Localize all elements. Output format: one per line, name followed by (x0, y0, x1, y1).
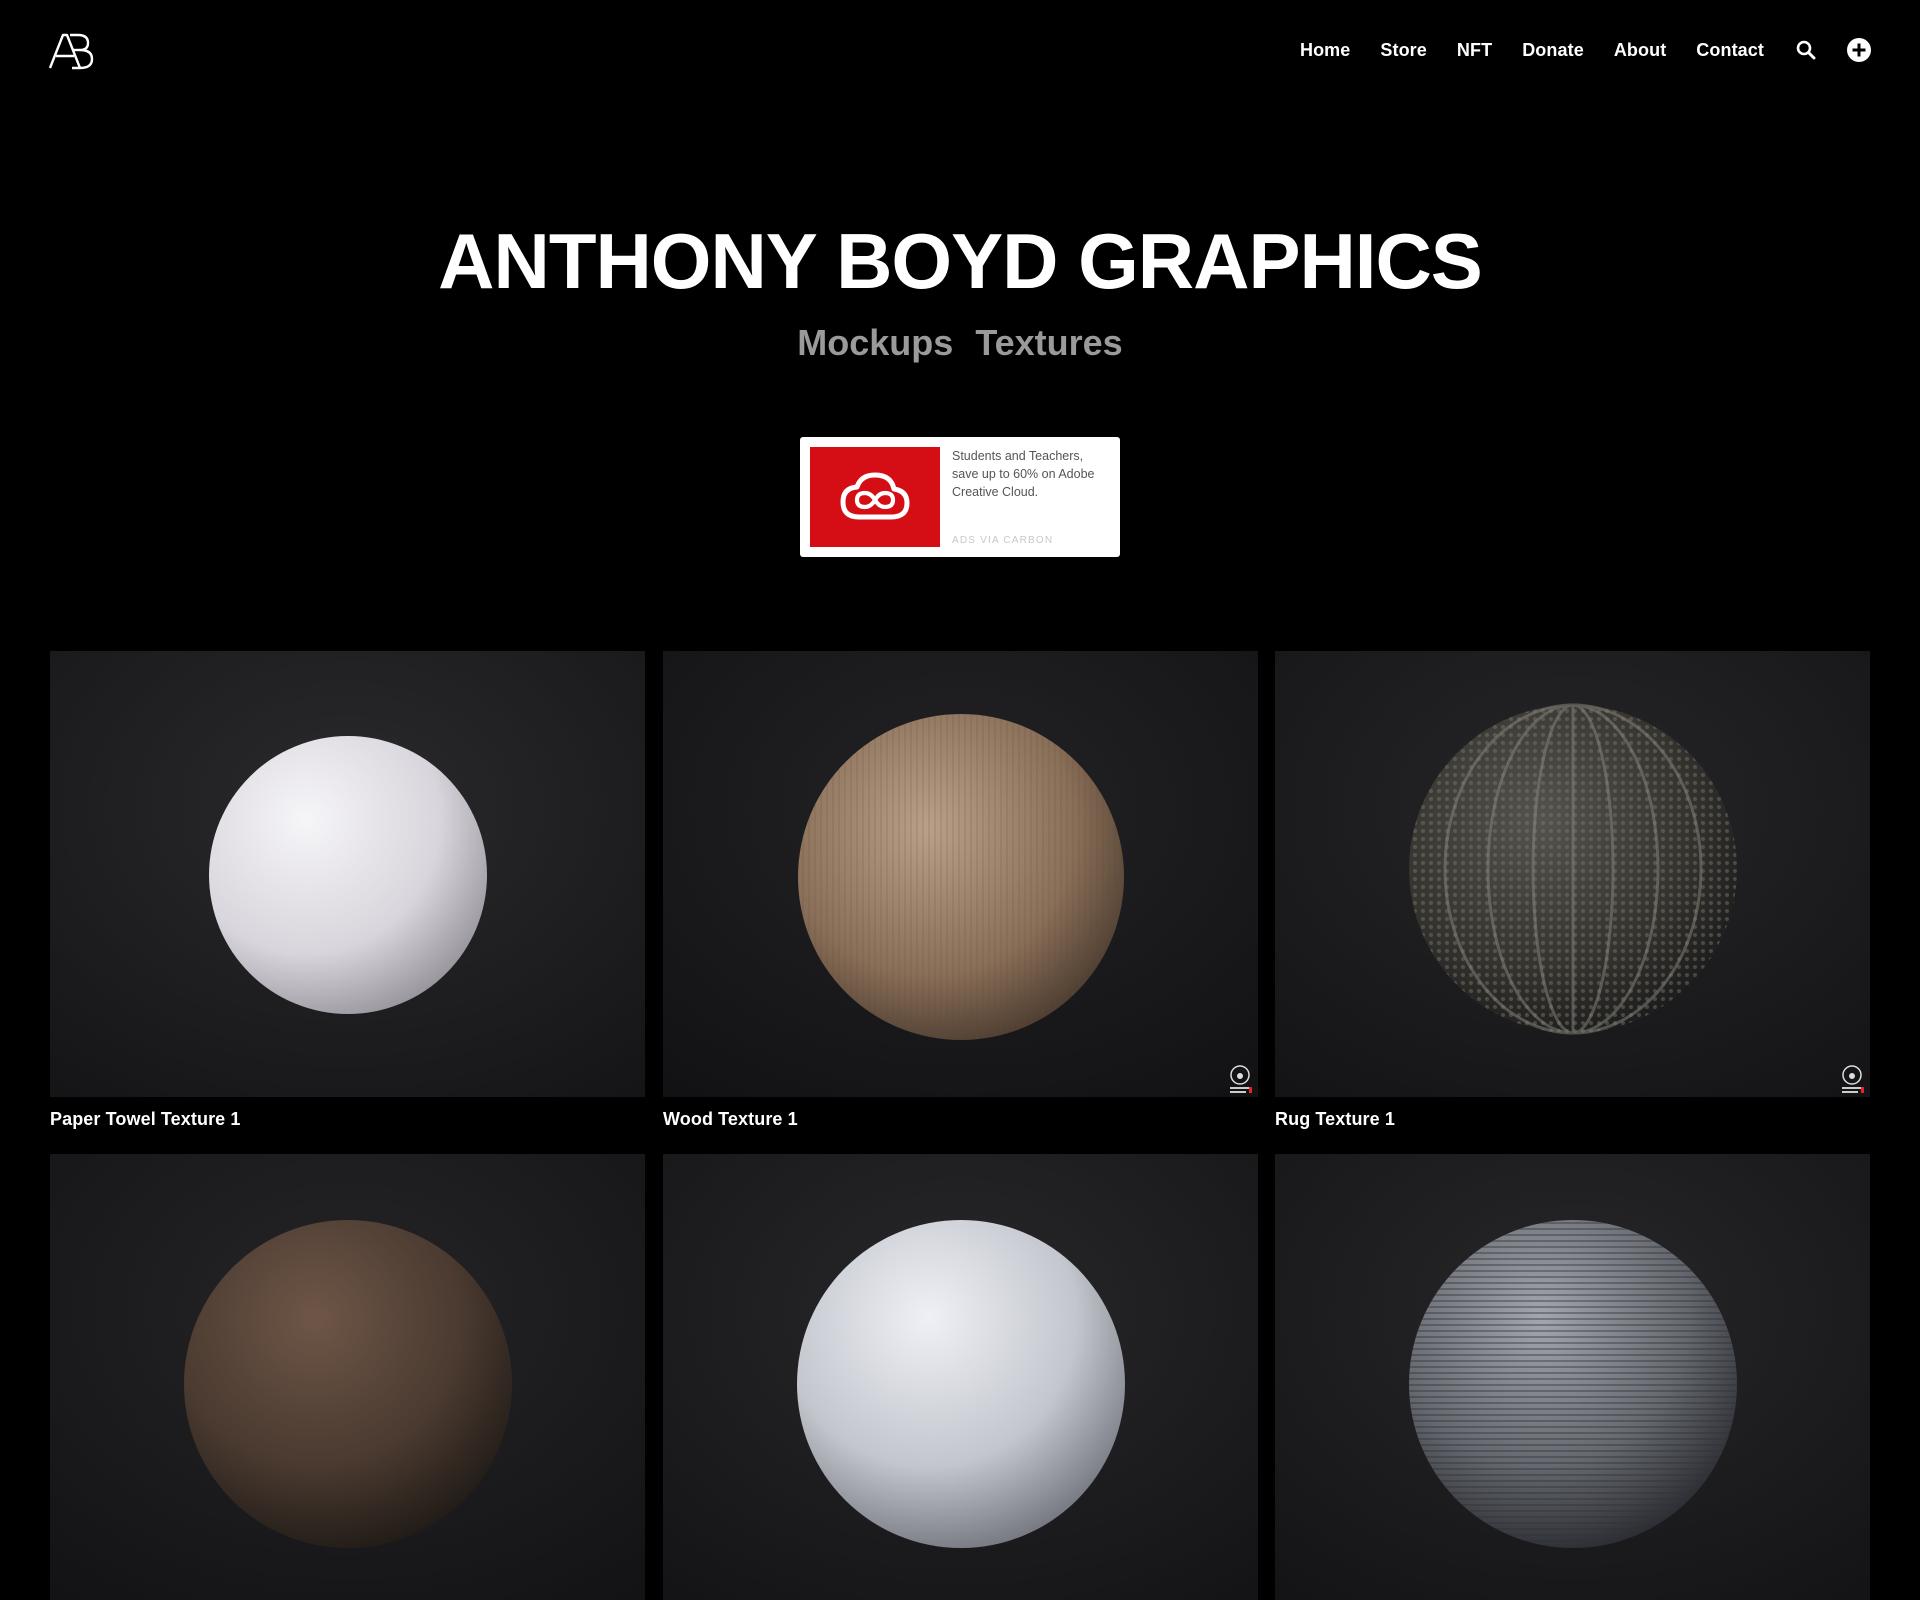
nav-nft[interactable]: NFT (1457, 40, 1492, 61)
nav-store[interactable]: Store (1380, 40, 1427, 61)
plus-circle-icon[interactable] (1846, 37, 1872, 63)
carbon-ad[interactable]: Students and Teachers, save up to 60% on… (800, 437, 1120, 557)
texture-thumbnail[interactable] (663, 651, 1258, 1097)
site-logo[interactable] (48, 32, 94, 70)
search-icon[interactable] (1794, 38, 1818, 62)
texture-title[interactable]: Rug Texture 1 (1275, 1109, 1870, 1130)
site-header: Home Store NFT Donate About Contact (0, 0, 1920, 100)
nav-about[interactable]: About (1614, 40, 1666, 61)
texture-thumbnail[interactable] (50, 1154, 645, 1600)
texture-card[interactable] (1275, 1154, 1870, 1600)
watermark-icon (1230, 1065, 1252, 1093)
category-link-textures[interactable]: Textures (975, 322, 1122, 364)
category-link-mockups[interactable]: Mockups (797, 322, 953, 364)
texture-title[interactable]: Paper Towel Texture 1 (50, 1109, 645, 1130)
ad-text[interactable]: Students and Teachers, save up to 60% on… (952, 447, 1110, 501)
nav-donate[interactable]: Donate (1522, 40, 1584, 61)
ad-via-label[interactable]: ADS VIA CARBON (952, 535, 1053, 546)
texture-title[interactable]: Wood Texture 1 (663, 1109, 1258, 1130)
texture-thumbnail[interactable] (663, 1154, 1258, 1600)
texture-thumbnail[interactable] (1275, 651, 1870, 1097)
category-links: Mockups Textures (0, 322, 1920, 364)
main-nav: Home Store NFT Donate About Contact (1270, 34, 1872, 66)
ad-image[interactable] (810, 447, 940, 547)
watermark-icon (1842, 1065, 1864, 1093)
creative-cloud-icon (840, 472, 910, 520)
texture-thumbnail[interactable] (50, 651, 645, 1097)
texture-card[interactable]: Wood Texture 1 (663, 651, 1258, 1130)
texture-thumbnail[interactable] (1275, 1154, 1870, 1600)
texture-card[interactable] (50, 1154, 645, 1600)
texture-card[interactable]: Paper Towel Texture 1 (50, 651, 645, 1130)
page-title: ANTHONY BOYD GRAPHICS (438, 217, 1483, 305)
texture-card[interactable]: Rug Texture 1 (1275, 651, 1870, 1130)
texture-card[interactable] (663, 1154, 1258, 1600)
nav-contact[interactable]: Contact (1696, 40, 1764, 61)
nav-home[interactable]: Home (1300, 40, 1350, 61)
